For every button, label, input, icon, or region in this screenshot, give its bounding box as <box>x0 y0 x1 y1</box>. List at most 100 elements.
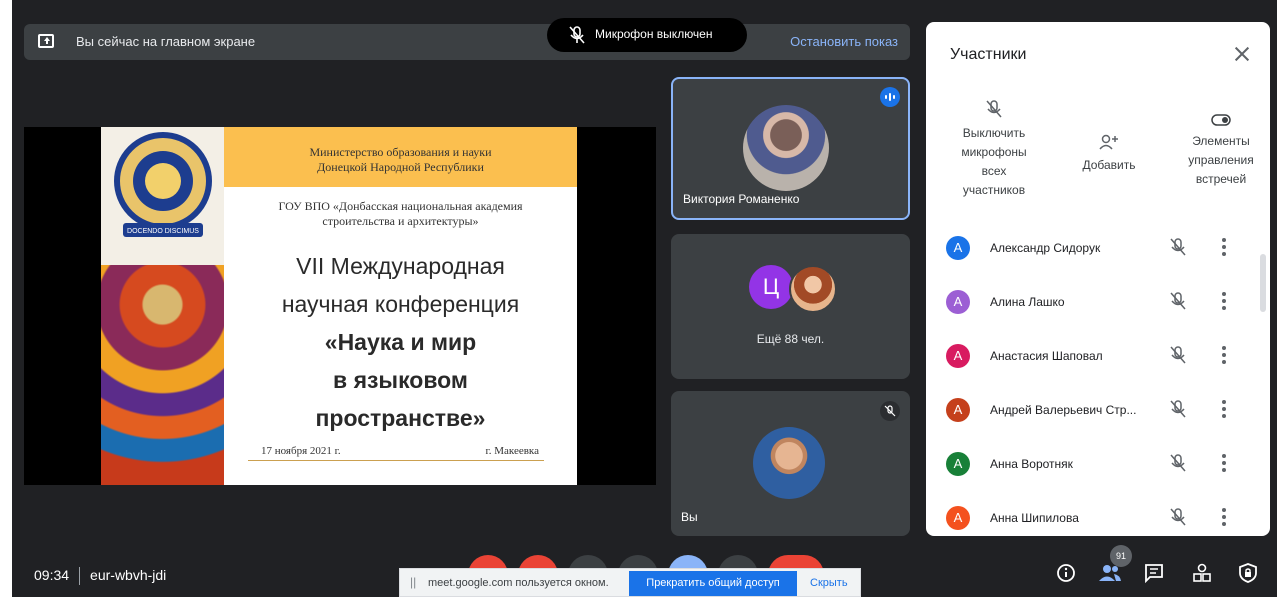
meeting-info: 09:34 eur-wbvh-jdi <box>34 567 167 586</box>
participant-name: Анастасия Шаповал <box>990 349 1103 363</box>
presentation-slide: DOCENDO DISCIMUS Министерство образовани… <box>101 127 577 485</box>
present-screen-icon <box>38 34 54 48</box>
more-options-icon[interactable] <box>1222 346 1226 364</box>
speaker-name: Виктория Романенко <box>683 192 800 206</box>
participant-row[interactable]: А Андрей Валерьевич Стр... <box>926 398 1270 452</box>
host-controls-line-1: Элементы <box>1192 134 1250 148</box>
host-controls-line-2: управления <box>1188 153 1254 167</box>
ministry-line-1: Министерство образования и науки <box>309 145 492 159</box>
meeting-code: eur-wbvh-jdi <box>90 567 167 583</box>
slide-date: 17 ноября 2021 г. <box>261 445 341 457</box>
self-avatar <box>753 427 825 499</box>
panel-scrollbar[interactable] <box>1260 254 1266 312</box>
host-controls-line-3: встречей <box>1195 172 1247 186</box>
people-icon[interactable] <box>1098 563 1122 583</box>
title-line-1: VII Международная <box>296 253 505 279</box>
self-label: Вы <box>681 510 698 524</box>
slide-ministry-text: Министерство образования и науки Донецко… <box>224 145 577 175</box>
mute-all-line-2: микрофоны <box>961 145 1027 159</box>
presenting-banner: Вы сейчас на главном экране Остановить п… <box>24 24 910 60</box>
participants-panel: Участники Выключить микрофоны всех участ… <box>926 22 1270 536</box>
mic-off-icon[interactable] <box>1170 399 1186 419</box>
activities-icon[interactable] <box>1192 563 1212 583</box>
participant-name: Алина Лашко <box>990 295 1065 309</box>
participant-avatar: А <box>946 506 970 530</box>
mic-off-icon <box>986 100 1002 118</box>
add-person-icon <box>1099 134 1118 150</box>
host-controls-button[interactable]: Элементы управления встречей <box>1176 114 1266 189</box>
slide-city: г. Макеевка <box>485 445 539 457</box>
host-controls-shield-icon[interactable] <box>1238 563 1258 583</box>
speaker-tile[interactable]: Виктория Романенко <box>671 77 910 220</box>
title-line-5: пространстве» <box>315 405 486 431</box>
uni-line-2: строительства и архитектуры» <box>322 214 479 228</box>
participant-row[interactable]: А Анна Воротняк <box>926 452 1270 506</box>
title-line-4: в языковом <box>333 367 468 393</box>
self-muted-icon <box>880 401 900 421</box>
mute-all-line-4: участников <box>962 183 1026 197</box>
participant-avatar: А <box>946 236 970 260</box>
uni-line-1: ГОУ ВПО «Донбасская национальная академи… <box>278 199 523 213</box>
participant-row[interactable]: А Анна Шипилова <box>926 506 1270 536</box>
slide-university-text: ГОУ ВПО «Донбасская национальная академи… <box>224 199 577 229</box>
mic-status-text: Микрофон выключен <box>595 27 713 41</box>
more-options-icon[interactable] <box>1222 238 1226 256</box>
balloon-image <box>101 265 224 485</box>
toggle-icon <box>1211 114 1231 126</box>
speaker-avatar <box>743 105 829 191</box>
crest-motto-text: DOCENDO DISCIMUS <box>127 228 199 235</box>
clock-time: 09:34 <box>34 567 70 583</box>
title-line-3: «Наука и мир <box>324 329 477 355</box>
presenting-text: Вы сейчас на главном экране <box>76 34 256 49</box>
participant-row[interactable]: А Анастасия Шаповал <box>926 344 1270 398</box>
slide-divider <box>248 460 544 461</box>
screen-share-bar: || meet.google.com пользуется окном. Пре… <box>399 568 861 597</box>
stop-sharing-button[interactable]: Прекратить общий доступ <box>629 571 797 596</box>
divider <box>79 567 81 586</box>
more-participants-tile[interactable]: Ц Ещё 88 чел. <box>671 234 910 379</box>
mute-all-line-1: Выключить <box>962 126 1026 140</box>
drag-handle-icon[interactable]: || <box>410 575 416 589</box>
title-line-2: научная конференция <box>281 291 520 317</box>
more-options-icon[interactable] <box>1222 454 1226 472</box>
chat-icon[interactable] <box>1144 563 1164 583</box>
academy-crest-logo: DOCENDO DISCIMUS <box>114 132 212 237</box>
participant-avatar: А <box>946 290 970 314</box>
speaking-indicator-icon <box>880 87 900 107</box>
hide-bar-button[interactable]: Скрыть <box>810 577 848 589</box>
participant-name: Александр Сидорук <box>990 241 1101 255</box>
info-icon[interactable] <box>1056 563 1076 583</box>
participant-avatar: А <box>946 452 970 476</box>
participant-avatar: А <box>946 398 970 422</box>
mic-off-icon[interactable] <box>1170 345 1186 365</box>
panel-title: Участники <box>950 46 1027 63</box>
ministry-line-2: Донецкой Народной Республики <box>317 160 484 174</box>
close-icon[interactable] <box>1232 44 1252 64</box>
stop-presenting-button[interactable]: Остановить показ <box>790 34 898 49</box>
participant-name: Андрей Валерьевич Стр... <box>990 403 1137 417</box>
mic-off-icon[interactable] <box>1170 291 1186 311</box>
more-options-icon[interactable] <box>1222 508 1226 526</box>
add-people-label: Добавить <box>1082 158 1136 172</box>
share-message: meet.google.com пользуется окном. <box>428 577 609 589</box>
mic-off-icon[interactable] <box>1170 453 1186 473</box>
mute-all-line-3: всех <box>981 164 1007 178</box>
more-options-icon[interactable] <box>1222 292 1226 310</box>
mic-status-toast: Микрофон выключен <box>547 18 747 52</box>
participant-avatar-photo <box>789 265 837 313</box>
slide-title: VII Международная научная конференция «Н… <box>224 247 577 437</box>
more-options-icon[interactable] <box>1222 400 1226 418</box>
participant-name: Анна Шипилова <box>990 511 1079 525</box>
participant-name: Анна Воротняк <box>990 457 1073 471</box>
mic-off-icon[interactable] <box>1170 237 1186 257</box>
participant-row[interactable]: А Алина Лашко <box>926 290 1270 344</box>
participant-row[interactable]: А Александр Сидорук <box>926 236 1270 290</box>
more-participants-label: Ещё 88 чел. <box>756 332 825 346</box>
mic-off-icon[interactable] <box>1170 507 1186 527</box>
participant-avatar: А <box>946 344 970 368</box>
participant-avatar-initial: Ц <box>749 265 793 309</box>
mic-off-icon <box>569 26 585 49</box>
add-people-button[interactable]: Добавить <box>1074 134 1144 175</box>
self-tile[interactable]: Вы <box>671 391 910 536</box>
mute-all-button[interactable]: Выключить микрофоны всех участников <box>944 100 1044 200</box>
